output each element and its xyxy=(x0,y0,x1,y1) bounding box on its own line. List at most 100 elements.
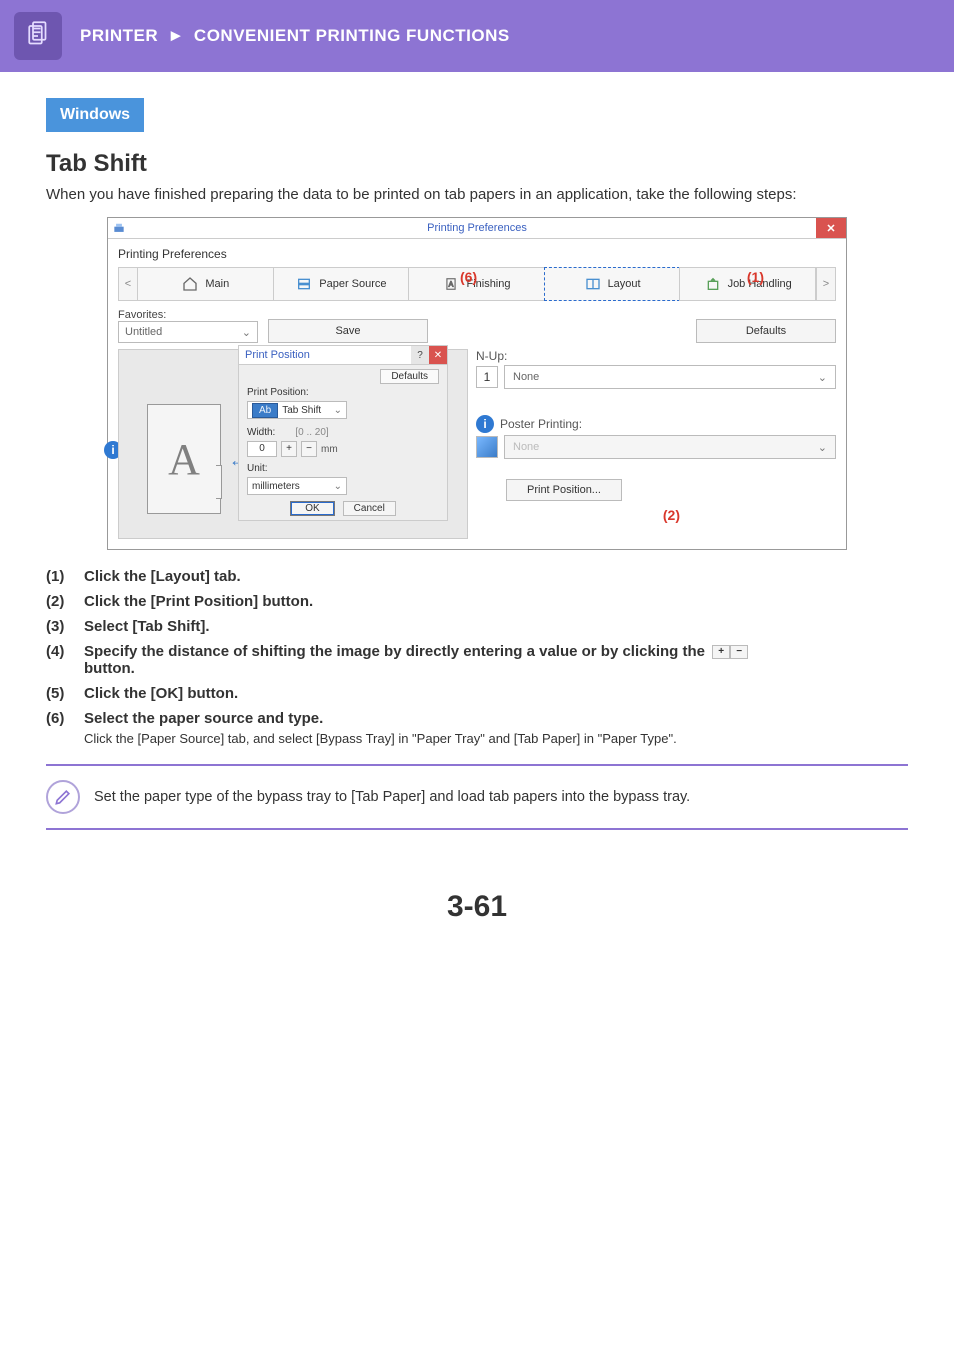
sub-defaults-button[interactable]: Defaults xyxy=(380,369,439,384)
minus-icon: − xyxy=(730,645,748,659)
printer-icon xyxy=(112,222,126,236)
print-position-button[interactable]: Print Position... xyxy=(506,479,622,501)
content-area: Windows Tab Shift When you have finished… xyxy=(0,72,954,842)
step-4-a: Specify the distance of shifting the ima… xyxy=(84,643,709,660)
intro-text: When you have finished preparing the dat… xyxy=(46,186,908,203)
step-2-num: (2) xyxy=(46,593,74,610)
save-label: Save xyxy=(335,325,360,337)
dialog-titlebar: Printing Preferences ✕ xyxy=(108,218,846,239)
step-2-text: Click the [Print Position] button. xyxy=(84,593,313,610)
nup-select[interactable]: None xyxy=(504,365,836,389)
finishing-icon: A xyxy=(442,275,460,293)
poster-select[interactable]: None xyxy=(504,435,836,459)
step-5-num: (5) xyxy=(46,685,74,702)
step-6-num: (6) xyxy=(46,710,74,746)
page-number: 3-61 xyxy=(0,890,954,924)
header-bar: PRINTER ► CONVENIENT PRINTING FUNCTIONS xyxy=(0,0,954,72)
printer-header-icon xyxy=(14,12,62,60)
preview-page: A xyxy=(147,404,221,514)
tab-paper-source-label: Paper Source xyxy=(319,278,386,290)
step-4-num: (4) xyxy=(46,643,74,677)
tip-text: Set the paper type of the bypass tray to… xyxy=(94,789,690,805)
windows-chip: Windows xyxy=(46,98,144,132)
step-1-text: Click the [Layout] tab. xyxy=(84,568,241,585)
print-position-label: Print Position: xyxy=(247,387,439,398)
favorites-label: Favorites: xyxy=(118,309,258,321)
layout-icon xyxy=(584,275,602,293)
step-4-b: button. xyxy=(84,660,135,677)
favorites-select[interactable]: Untitled xyxy=(118,321,258,343)
home-icon xyxy=(181,275,199,293)
preview-letter: A xyxy=(168,434,200,485)
dialog-body: (6) (1) (3) (4) (5) (2) Printing Prefere… xyxy=(108,239,846,549)
nup-label: N-Up: xyxy=(476,349,836,363)
callout-6: (6) xyxy=(460,269,477,285)
tab-main-label: Main xyxy=(205,278,229,290)
tray-icon xyxy=(295,275,313,293)
header-title: PRINTER ► CONVENIENT PRINTING FUNCTIONS xyxy=(80,26,510,46)
width-increment-button[interactable]: + xyxy=(281,441,297,457)
print-position-button-label: Print Position... xyxy=(527,484,601,496)
unit-select[interactable]: millimeters xyxy=(247,477,347,495)
step-5-text: Click the [OK] button. xyxy=(84,685,238,702)
width-label: Width: xyxy=(247,427,275,438)
width-range: [0 .. 20] xyxy=(295,427,328,438)
step-6-body: Select the paper source and type. Click … xyxy=(84,710,677,746)
breadcrumb-arrow-icon: ► xyxy=(167,26,184,45)
printing-preferences-dialog: Printing Preferences ✕ (6) (1) (3) (4) (… xyxy=(107,217,847,550)
nup-icon: 1 xyxy=(476,366,498,388)
poster-label: Poster Printing: xyxy=(500,417,582,431)
tab-paper-source[interactable]: Paper Source xyxy=(273,267,410,301)
close-icon[interactable]: ✕ xyxy=(816,218,846,238)
step-6-text: Select the paper source and type. xyxy=(84,710,323,727)
unit-label: Unit: xyxy=(247,463,439,474)
step-1-num: (1) xyxy=(46,568,74,585)
steps-list: (1) Click the [Layout] tab. (2) Click the … xyxy=(46,568,908,746)
preview-tab-icon xyxy=(216,465,222,499)
tip-rule-bottom xyxy=(46,828,908,830)
print-position-title: Print Position xyxy=(245,349,310,361)
svg-text:A: A xyxy=(449,281,454,288)
nup-value: None xyxy=(513,371,539,383)
tab-main[interactable]: Main xyxy=(137,267,274,301)
step-3-num: (3) xyxy=(46,618,74,635)
dialog-title-text: Printing Preferences xyxy=(427,222,527,234)
favorites-value: Untitled xyxy=(125,326,162,338)
tab-layout-label: Layout xyxy=(608,278,641,290)
job-handling-icon xyxy=(704,275,722,293)
tabs-scroll-left[interactable]: < xyxy=(118,267,138,301)
tab-layout[interactable]: Layout xyxy=(544,267,681,301)
defaults-button[interactable]: Defaults xyxy=(696,319,836,343)
page-title: Tab Shift xyxy=(46,150,908,178)
plus-icon: + xyxy=(712,645,730,659)
pencil-note-icon xyxy=(46,780,80,814)
tip-row: Set the paper type of the bypass tray to… xyxy=(46,766,908,828)
close-icon[interactable]: ✕ xyxy=(429,346,447,364)
callout-1: (1) xyxy=(747,269,764,285)
info-icon[interactable]: i xyxy=(476,415,494,433)
callout-2: (2) xyxy=(663,507,680,523)
print-position-titlebar: Print Position ? ✕ xyxy=(239,346,447,365)
header-subsection: CONVENIENT PRINTING FUNCTIONS xyxy=(194,26,510,45)
tab-shift-option-icon xyxy=(252,403,278,418)
poster-icon xyxy=(476,436,498,458)
print-position-dialog: Print Position ? ✕ Defaults Print Positi… xyxy=(238,345,448,521)
unit-value: millimeters xyxy=(252,481,300,492)
width-unit: mm xyxy=(321,444,338,455)
step-4-text: Specify the distance of shifting the ima… xyxy=(84,643,751,677)
cancel-button[interactable]: Cancel xyxy=(343,501,396,516)
ok-button[interactable]: OK xyxy=(290,501,334,516)
defaults-label: Defaults xyxy=(746,325,786,337)
save-button[interactable]: Save xyxy=(268,319,428,343)
width-input[interactable]: 0 xyxy=(247,441,277,457)
dialog-subtitle: Printing Preferences xyxy=(118,247,836,261)
step-3-text: Select [Tab Shift]. xyxy=(84,618,210,635)
tabs-scroll-right[interactable]: > xyxy=(816,267,836,301)
help-icon[interactable]: ? xyxy=(411,346,429,364)
header-section: PRINTER xyxy=(80,26,158,45)
print-position-select[interactable]: Tab Shift xyxy=(247,401,347,419)
print-position-value: Tab Shift xyxy=(282,405,321,416)
step-6-substep: Click the [Paper Source] tab, and select… xyxy=(84,731,677,746)
width-decrement-button[interactable]: − xyxy=(301,441,317,457)
poster-value: None xyxy=(513,441,539,453)
